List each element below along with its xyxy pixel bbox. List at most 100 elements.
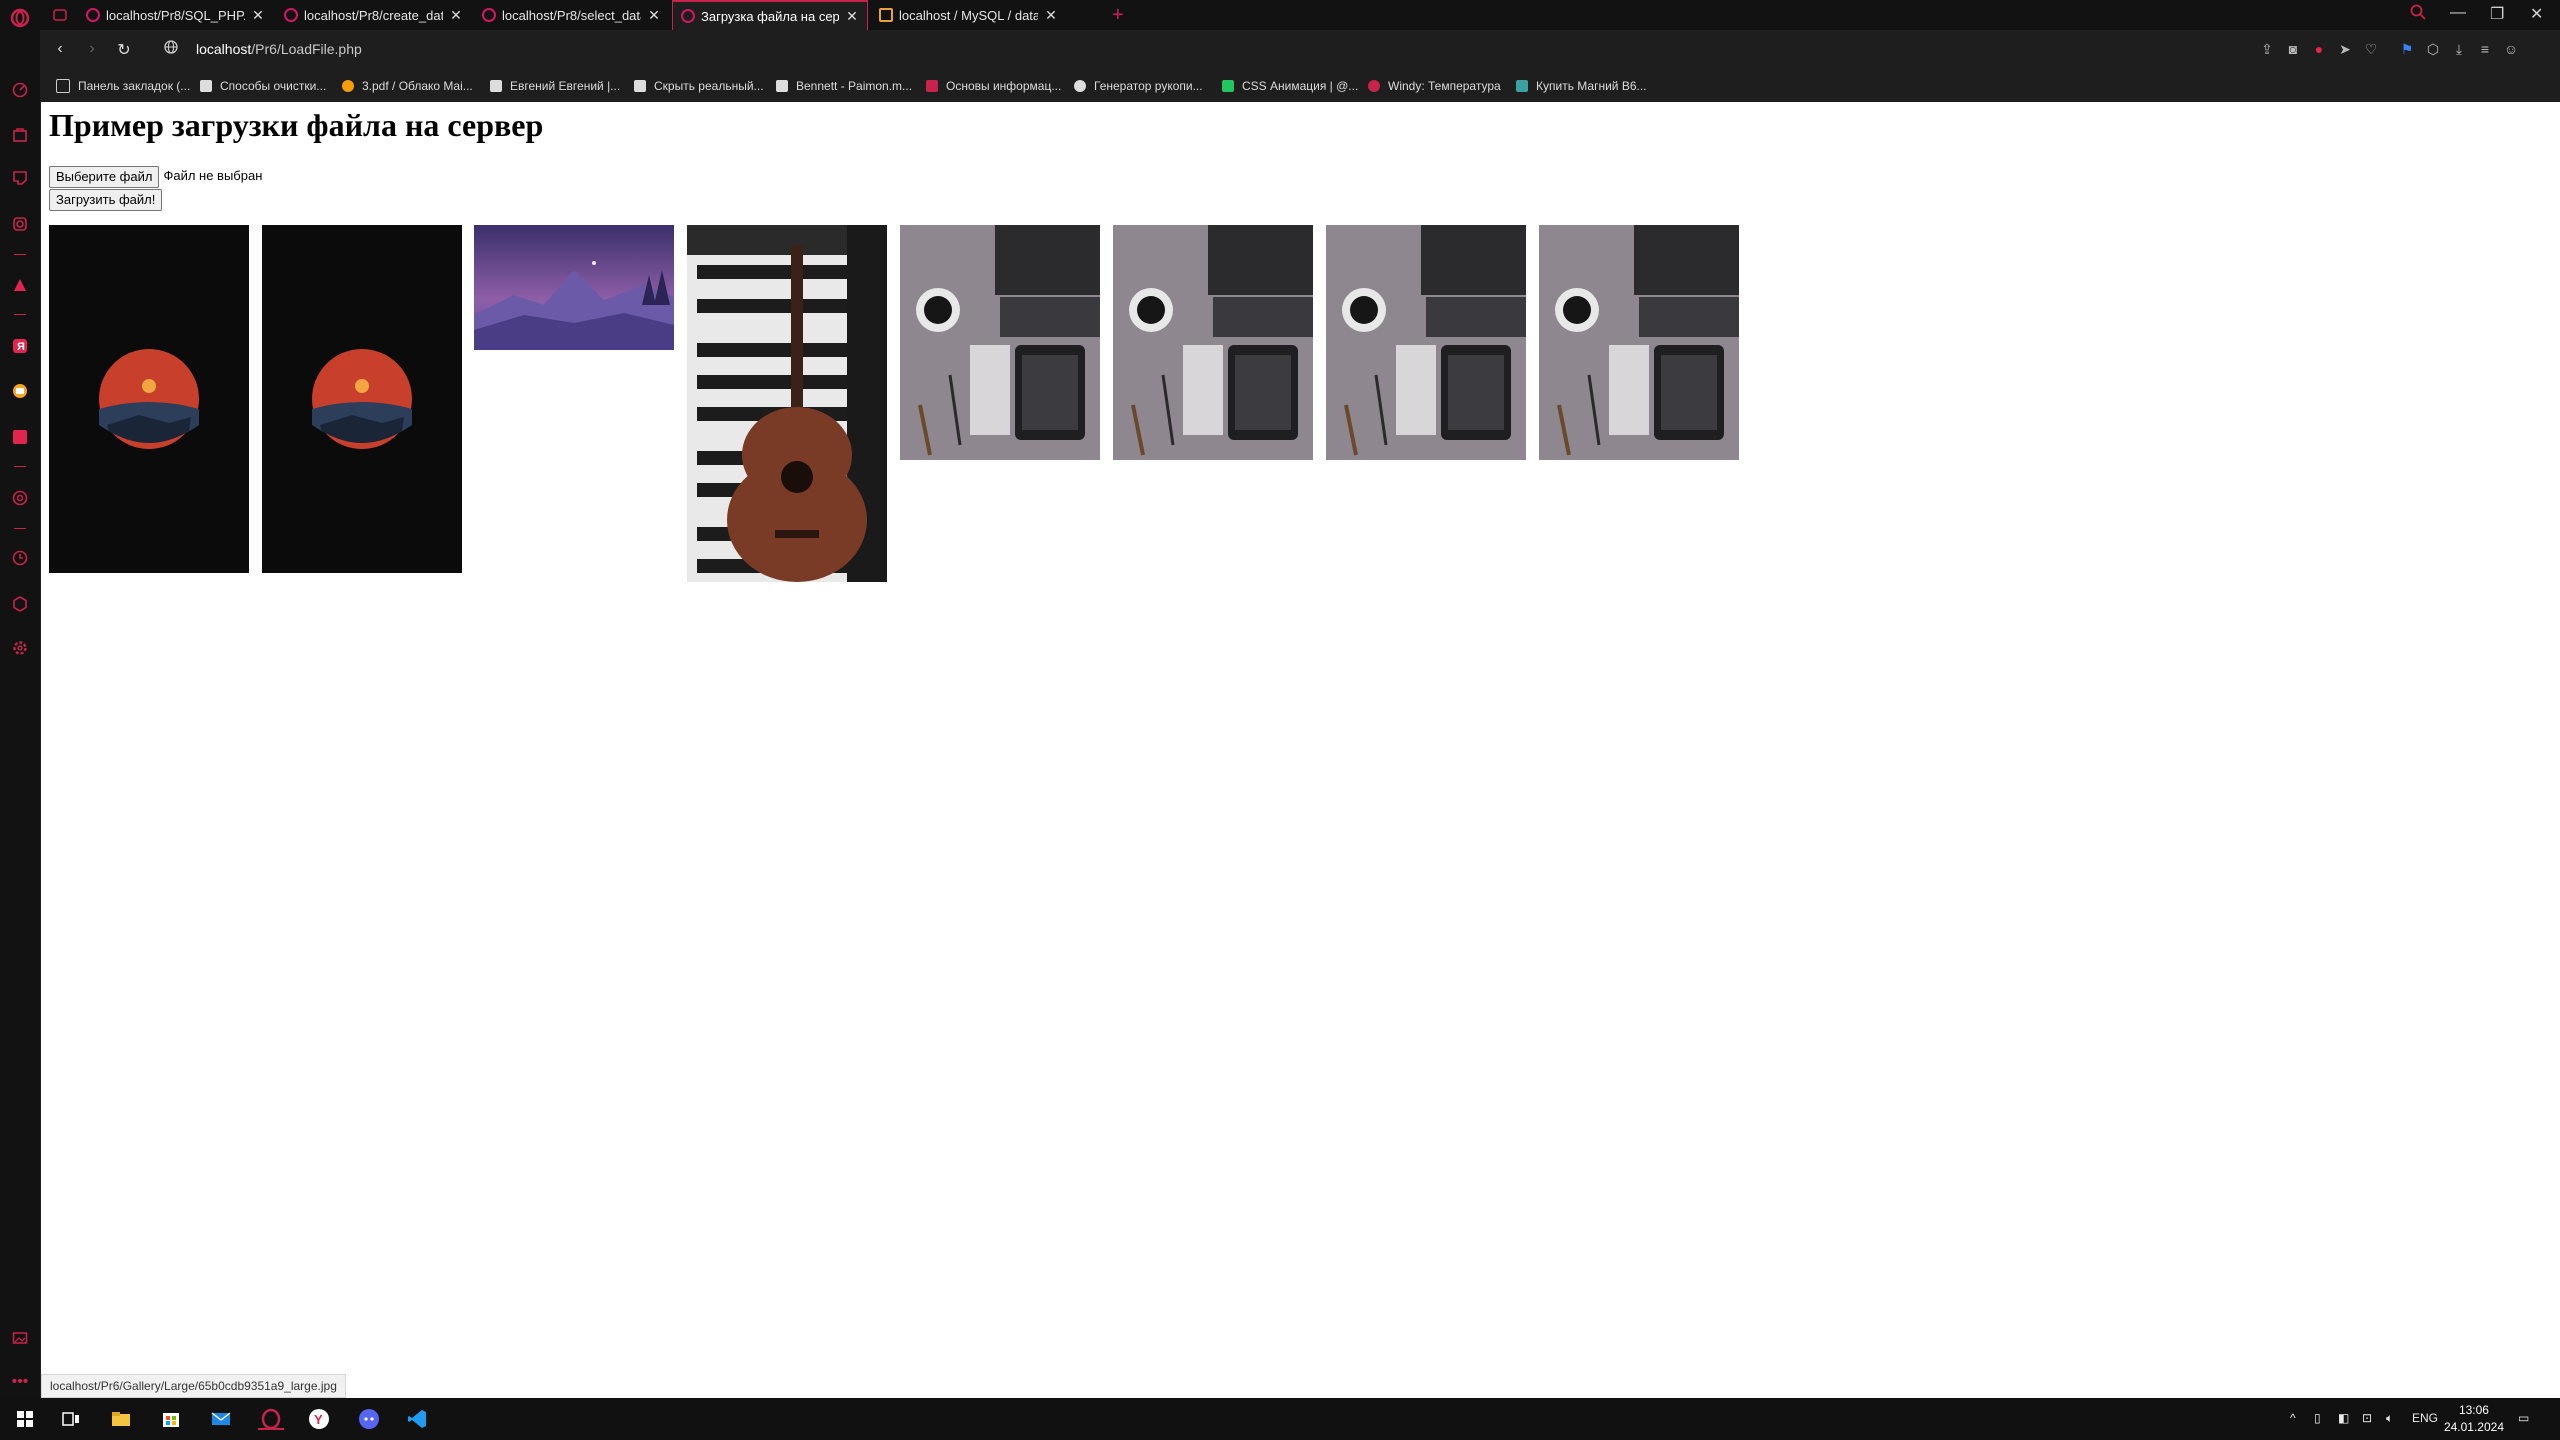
forward-icon[interactable]: ›: [82, 40, 102, 60]
mail-app-icon[interactable]: [210, 1408, 232, 1430]
mail-icon[interactable]: [10, 381, 30, 401]
tab-close-icon[interactable]: ✕: [647, 8, 661, 22]
input-language[interactable]: ENG: [2412, 1411, 2438, 1425]
yandex-icon[interactable]: Я: [10, 336, 30, 356]
shopping-bag-icon[interactable]: [10, 124, 30, 144]
gallery-image-guitar[interactable]: [687, 225, 887, 582]
extensions-cube-icon[interactable]: ⬡: [2424, 41, 2442, 59]
tray-battery-icon[interactable]: ▯: [2314, 1411, 2321, 1425]
reload-icon[interactable]: ↻: [114, 40, 134, 60]
gallery-image-laptop-desk[interactable]: [900, 225, 1100, 460]
tab-file-upload[interactable]: Загрузка файла на сервер ✕: [672, 0, 868, 30]
yandex-browser-icon[interactable]: Y: [308, 1408, 330, 1430]
bookmark[interactable]: Генератор рукопи...: [1074, 78, 1203, 94]
gallery-image-sunset[interactable]: [262, 225, 462, 573]
new-tab-plus-icon[interactable]: +: [1112, 4, 1124, 27]
url-field[interactable]: localhost/Pr6/LoadFile.php: [196, 41, 362, 57]
bookmark-label: Способы очистки...: [220, 79, 327, 93]
tab-phpmyadmin[interactable]: localhost / MySQL / datab... ✕: [871, 0, 1066, 30]
no-file-label: Файл не выбран: [163, 168, 263, 183]
instagram-icon[interactable]: [10, 214, 30, 234]
twitch-icon[interactable]: [10, 168, 30, 188]
tray-app-icon[interactable]: ◧: [2338, 1411, 2349, 1425]
opera-sidebar: Я •••: [0, 0, 41, 1398]
bookmark-label: Генератор рукопи...: [1094, 79, 1203, 93]
volume-icon[interactable]: 🔈︎: [2386, 1411, 2393, 1426]
tab-favicon-icon: [284, 8, 298, 22]
bookmark[interactable]: Скрыть реальный...: [634, 78, 764, 94]
tab-search-icon[interactable]: [2410, 4, 2426, 25]
easy-setup-menu-icon[interactable]: ≡: [2476, 41, 2494, 59]
bookmark-label: Bennett - Paimon.m...: [796, 79, 913, 93]
gallery-image-sunset[interactable]: [49, 225, 249, 573]
close-window-icon[interactable]: ✕: [2530, 4, 2543, 24]
bookmark[interactable]: Windy: Температура: [1368, 78, 1501, 94]
status-link-preview: localhost/Pr6/Gallery/Large/65b0cdb9351a…: [41, 1374, 346, 1398]
speed-dial-icon[interactable]: [10, 80, 30, 100]
page-icon: [490, 80, 502, 92]
opera-logo-icon[interactable]: [10, 8, 30, 28]
url-host: localhost: [196, 41, 252, 57]
site-info-globe-icon[interactable]: [161, 40, 181, 60]
adblock-shield-icon[interactable]: ●: [2310, 41, 2328, 59]
share-icon[interactable]: ⇪: [2258, 41, 2276, 59]
bookmark[interactable]: 3.pdf / Облако Mai...: [342, 78, 473, 94]
profile-icon[interactable]: ☺: [2502, 41, 2520, 59]
clock[interactable]: 13:06 24.01.2024: [2444, 1402, 2504, 1436]
tab-close-icon[interactable]: ✕: [1044, 8, 1058, 22]
gallery-image-laptop-desk[interactable]: [1113, 225, 1313, 460]
tab-sql-php[interactable]: localhost/Pr8/SQL_PHP.php ✕: [78, 0, 273, 30]
folder-icon: [56, 79, 70, 93]
history-icon[interactable]: [10, 548, 30, 568]
tray-overflow-icon[interactable]: ^: [2290, 1411, 2296, 1425]
settings-gear-icon[interactable]: [10, 638, 30, 658]
file-explorer-icon[interactable]: [110, 1408, 132, 1430]
gallery-image-mountains[interactable]: [474, 225, 674, 350]
gallery-image-laptop-desk[interactable]: [1539, 225, 1739, 460]
bookmark-folder[interactable]: Панель закладок (...: [56, 78, 190, 94]
tab-close-icon[interactable]: ✕: [449, 8, 463, 22]
gallery-icon[interactable]: [10, 1328, 30, 1348]
site-icon: [1368, 80, 1380, 92]
bookmark[interactable]: Основы информац...: [926, 78, 1061, 94]
bookmark[interactable]: Евгений Евгений |...: [490, 78, 620, 94]
extension-icon[interactable]: ⚑: [2398, 41, 2416, 59]
discord-icon[interactable]: [358, 1408, 380, 1430]
network-icon[interactable]: ⊡: [2362, 1411, 2372, 1425]
web-page: Пример загрузки файла на сервер Выберите…: [41, 102, 2560, 1398]
notifications-icon[interactable]: ▭: [2518, 1411, 2529, 1425]
bookmark[interactable]: CSS Анимация | @...: [1222, 78, 1358, 94]
download-icon[interactable]: ⤓: [2450, 41, 2468, 59]
tab-select-data[interactable]: localhost/Pr8/select_data ✕: [474, 0, 669, 30]
minimize-icon[interactable]: —: [2450, 4, 2466, 22]
restore-icon[interactable]: ❐: [2490, 4, 2504, 24]
tab-favicon-icon: [86, 8, 100, 22]
tab-close-icon[interactable]: ✕: [845, 9, 859, 23]
choose-file-button[interactable]: Выберите файл: [49, 166, 160, 188]
bookmark[interactable]: Купить Магний B6...: [1516, 78, 1647, 94]
sidebar-divider: [14, 254, 26, 255]
bookmark[interactable]: Bennett - Paimon.m...: [776, 78, 912, 94]
favorites-heart-icon[interactable]: ♡: [2362, 41, 2380, 59]
task-view-icon[interactable]: [60, 1408, 82, 1430]
windows-start-icon[interactable]: [14, 1408, 36, 1430]
snapshot-camera-icon[interactable]: ◙: [2284, 41, 2302, 59]
send-icon[interactable]: ➤: [2336, 41, 2354, 59]
upload-submit-button[interactable]: Загрузить файл!: [49, 189, 163, 211]
app-icon[interactable]: [10, 427, 30, 447]
player-icon[interactable]: [10, 488, 30, 508]
more-icon[interactable]: •••: [10, 1372, 30, 1392]
tab-islands-icon[interactable]: [45, 0, 75, 30]
back-icon[interactable]: ‹: [50, 40, 70, 60]
extensions-cube-icon[interactable]: [10, 594, 30, 614]
page-title: Пример загрузки файла на сервер: [49, 107, 544, 143]
tab-create-database[interactable]: localhost/Pr8/create_datab... ✕: [276, 0, 471, 30]
gallery-image-laptop-desk[interactable]: [1326, 225, 1526, 460]
sidebar-divider: [14, 466, 26, 467]
tab-close-icon[interactable]: ✕: [251, 8, 265, 22]
opera-taskbar-icon[interactable]: [258, 1408, 284, 1430]
bookmark[interactable]: Способы очистки...: [200, 78, 326, 94]
vscode-icon[interactable]: [406, 1408, 428, 1430]
store-icon[interactable]: [160, 1408, 182, 1430]
aria-icon[interactable]: [10, 275, 30, 295]
